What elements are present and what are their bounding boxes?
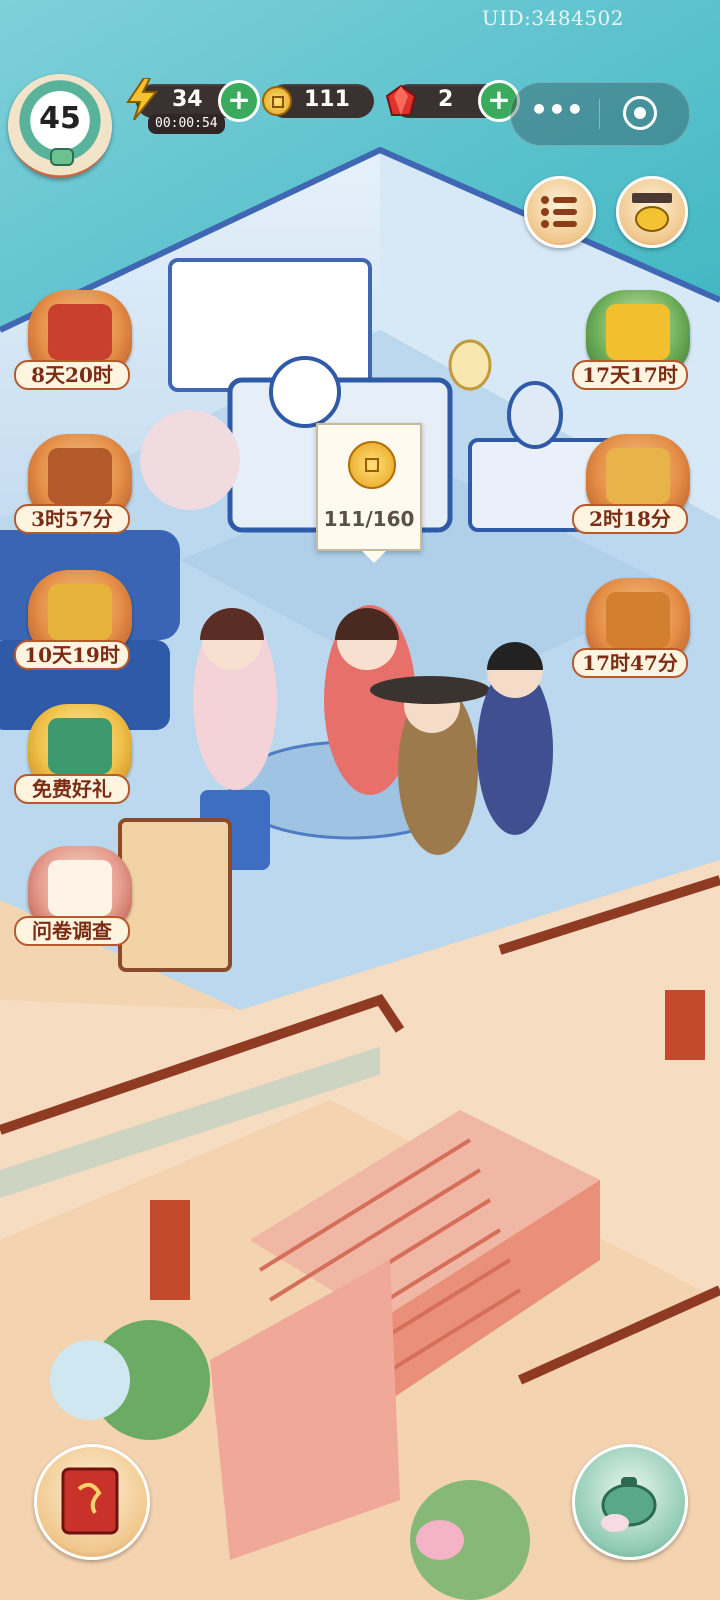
free-gift-icon xyxy=(48,718,112,774)
coin-icon xyxy=(262,86,292,116)
gem-value: 2 xyxy=(438,87,454,112)
more-menu-button[interactable]: ••• xyxy=(525,95,589,125)
treasure-chest-icon xyxy=(48,448,112,504)
player-level-badge[interactable]: 45 xyxy=(8,74,112,178)
close-miniprogram-button[interactable] xyxy=(623,96,657,130)
event-timer-label: 17时47分 xyxy=(572,648,688,678)
coin-collect-bubble[interactable]: 111/160 xyxy=(316,423,422,563)
event-fruit-basket[interactable]: 17时47分 xyxy=(572,576,702,706)
red-book-icon xyxy=(61,1467,119,1535)
scroll-gift-icon xyxy=(48,304,112,360)
event-wheat-harvest[interactable]: 10天19时 xyxy=(14,568,144,698)
tea-button[interactable] xyxy=(572,1444,688,1560)
event-timer-label: 10天19时 xyxy=(14,640,130,670)
miniprogram-capsule: ••• xyxy=(510,82,690,146)
energy-counter: 34 + xyxy=(126,78,260,122)
event-chrysanthemum[interactable]: 17天17时 xyxy=(572,288,702,418)
gem-counter: 2 + xyxy=(385,80,520,122)
fruit-basket-icon xyxy=(606,592,670,648)
event-timer-label: 3时57分 xyxy=(14,504,130,534)
event-scroll-gift[interactable]: 8天20时 xyxy=(14,288,144,418)
coin-progress-text: 111/160 xyxy=(323,507,415,531)
coin-value: 111 xyxy=(304,87,350,112)
event-timer-label: 17天17时 xyxy=(572,360,688,390)
chrysanthemum-icon xyxy=(606,304,670,360)
golden-pot-icon xyxy=(632,193,672,232)
event-timer-label: 2时18分 xyxy=(572,504,688,534)
ruby-icon xyxy=(385,84,417,116)
survey-icon xyxy=(48,860,112,916)
recipe-book-button[interactable] xyxy=(34,1444,150,1560)
event-treasure-chest[interactable]: 3时57分 xyxy=(14,432,144,562)
list-icon xyxy=(541,196,577,228)
wheat-harvest-icon xyxy=(48,584,112,640)
event-survey[interactable]: 问卷调查 xyxy=(14,844,144,974)
event-label: 问卷调查 xyxy=(14,916,130,946)
shop-button[interactable] xyxy=(616,176,688,248)
mooncake-icon xyxy=(606,448,670,504)
event-free-gift[interactable]: 免费好礼 xyxy=(14,702,144,832)
coin-counter: 111 xyxy=(262,84,374,118)
level-gem-icon xyxy=(50,148,74,166)
task-list-button[interactable] xyxy=(524,176,596,248)
event-mooncake[interactable]: 2时18分 xyxy=(572,432,702,562)
uid-label: UID:3484502 xyxy=(481,6,624,30)
coin-icon xyxy=(348,441,396,489)
energy-timer: 00:00:54 xyxy=(148,114,225,134)
add-energy-button[interactable]: + xyxy=(218,80,260,122)
teapot-icon xyxy=(601,1477,657,1532)
event-label: 免费好礼 xyxy=(14,774,130,804)
energy-value: 34 xyxy=(172,87,203,112)
event-timer-label: 8天20时 xyxy=(14,360,130,390)
level-number: 45 xyxy=(39,101,81,136)
